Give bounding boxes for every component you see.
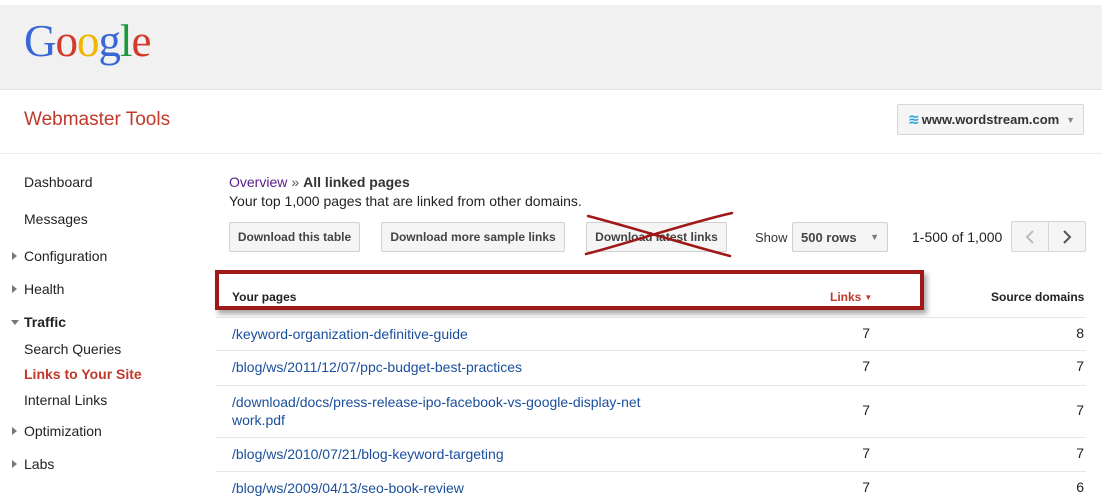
breadcrumb-overview-link[interactable]: Overview (229, 174, 287, 190)
page-link[interactable]: /keyword-organization-definitive-guide (232, 325, 672, 343)
logo-letter: o (55, 16, 78, 66)
rows-per-page-select[interactable]: 500 rows ▼ (792, 222, 888, 252)
source-domains-count: 7 (1076, 358, 1084, 374)
site-selector-label: www.wordstream.com (921, 112, 1060, 127)
cross-out-annotation (584, 211, 734, 258)
table-row: /download/docs/press-release-ipo-faceboo… (216, 386, 1086, 438)
highlight-box-annotation (215, 270, 924, 310)
pagination-range: 1-500 of 1,000 (912, 229, 1003, 245)
google-logo[interactable]: Google (24, 19, 151, 64)
chevron-right-icon (1063, 229, 1072, 244)
previous-page-button[interactable] (1011, 221, 1049, 252)
links-count: 7 (862, 325, 870, 341)
header-divider (0, 153, 1102, 154)
page-subtitle: Your top 1,000 pages that are linked fro… (229, 193, 582, 209)
sidebar-item-health[interactable]: Health (11, 281, 64, 297)
rows-per-page-value: 500 rows (801, 229, 857, 245)
top-bar: Google (0, 5, 1102, 90)
download-sample-links-button[interactable]: Download more sample links (381, 222, 565, 252)
chevron-down-icon: ▼ (870, 232, 879, 242)
logo-letter: G (24, 16, 56, 66)
sidebar-item-traffic[interactable]: Traffic (10, 314, 66, 330)
page-link[interactable]: /blog/ws/2010/07/21/blog-keyword-targeti… (232, 445, 672, 463)
webmaster-tools-page: Google Webmaster Tools ≋ www.wordstream.… (0, 0, 1102, 503)
table-row: /keyword-organization-definitive-guide 7… (216, 318, 1086, 351)
chevron-down-icon: ▼ (1066, 114, 1075, 125)
chevron-left-icon (1025, 229, 1034, 244)
sidebar-item-links-to-your-site[interactable]: Links to Your Site (24, 366, 142, 382)
links-count: 7 (862, 402, 870, 418)
table-row: /blog/ws/2009/04/13/seo-book-review 7 6 (216, 472, 1086, 503)
sidebar-item-internal-links[interactable]: Internal Links (24, 392, 107, 408)
page-link[interactable]: /download/docs/press-release-ipo-faceboo… (232, 393, 672, 429)
page-link[interactable]: /blog/ws/2009/04/13/seo-book-review (232, 479, 672, 497)
sidebar-item-configuration[interactable]: Configuration (11, 248, 107, 264)
source-domains-count: 8 (1076, 325, 1084, 341)
breadcrumb-current: All linked pages (303, 174, 410, 190)
sidebar-item-labs[interactable]: Labs (11, 456, 54, 472)
next-page-button[interactable] (1048, 221, 1086, 252)
site-selector[interactable]: ≋ www.wordstream.com ▼ (897, 104, 1084, 135)
source-domains-count: 7 (1076, 402, 1084, 418)
source-domains-count: 7 (1076, 445, 1084, 461)
show-label: Show (755, 230, 788, 245)
app-title[interactable]: Webmaster Tools (24, 109, 170, 131)
logo-letter: l (120, 16, 132, 66)
table-row: /blog/ws/2011/12/07/ppc-budget-best-prac… (216, 351, 1086, 386)
source-domains-count: 6 (1076, 479, 1084, 495)
logo-letter: e (131, 16, 152, 66)
column-header-source-domains[interactable]: Source domains (991, 290, 1084, 304)
links-count: 7 (862, 358, 870, 374)
breadcrumb-separator: » (291, 174, 300, 190)
page-link[interactable]: /blog/ws/2011/12/07/ppc-budget-best-prac… (232, 358, 672, 376)
sidebar-item-dashboard[interactable]: Dashboard (24, 174, 93, 190)
sidebar-item-search-queries[interactable]: Search Queries (24, 341, 121, 357)
breadcrumb: Overview» All linked pages (229, 174, 410, 190)
sidebar-item-optimization[interactable]: Optimization (12, 423, 102, 439)
logo-letter: o (77, 16, 99, 66)
wordstream-waves-icon: ≋ (908, 111, 920, 127)
links-count: 7 (862, 479, 870, 495)
sidebar-item-messages[interactable]: Messages (24, 211, 88, 227)
table-row: /blog/ws/2010/07/21/blog-keyword-targeti… (216, 438, 1086, 472)
download-table-button[interactable]: Download this table (229, 222, 360, 252)
logo-letter: g (98, 16, 121, 66)
links-count: 7 (862, 445, 870, 461)
